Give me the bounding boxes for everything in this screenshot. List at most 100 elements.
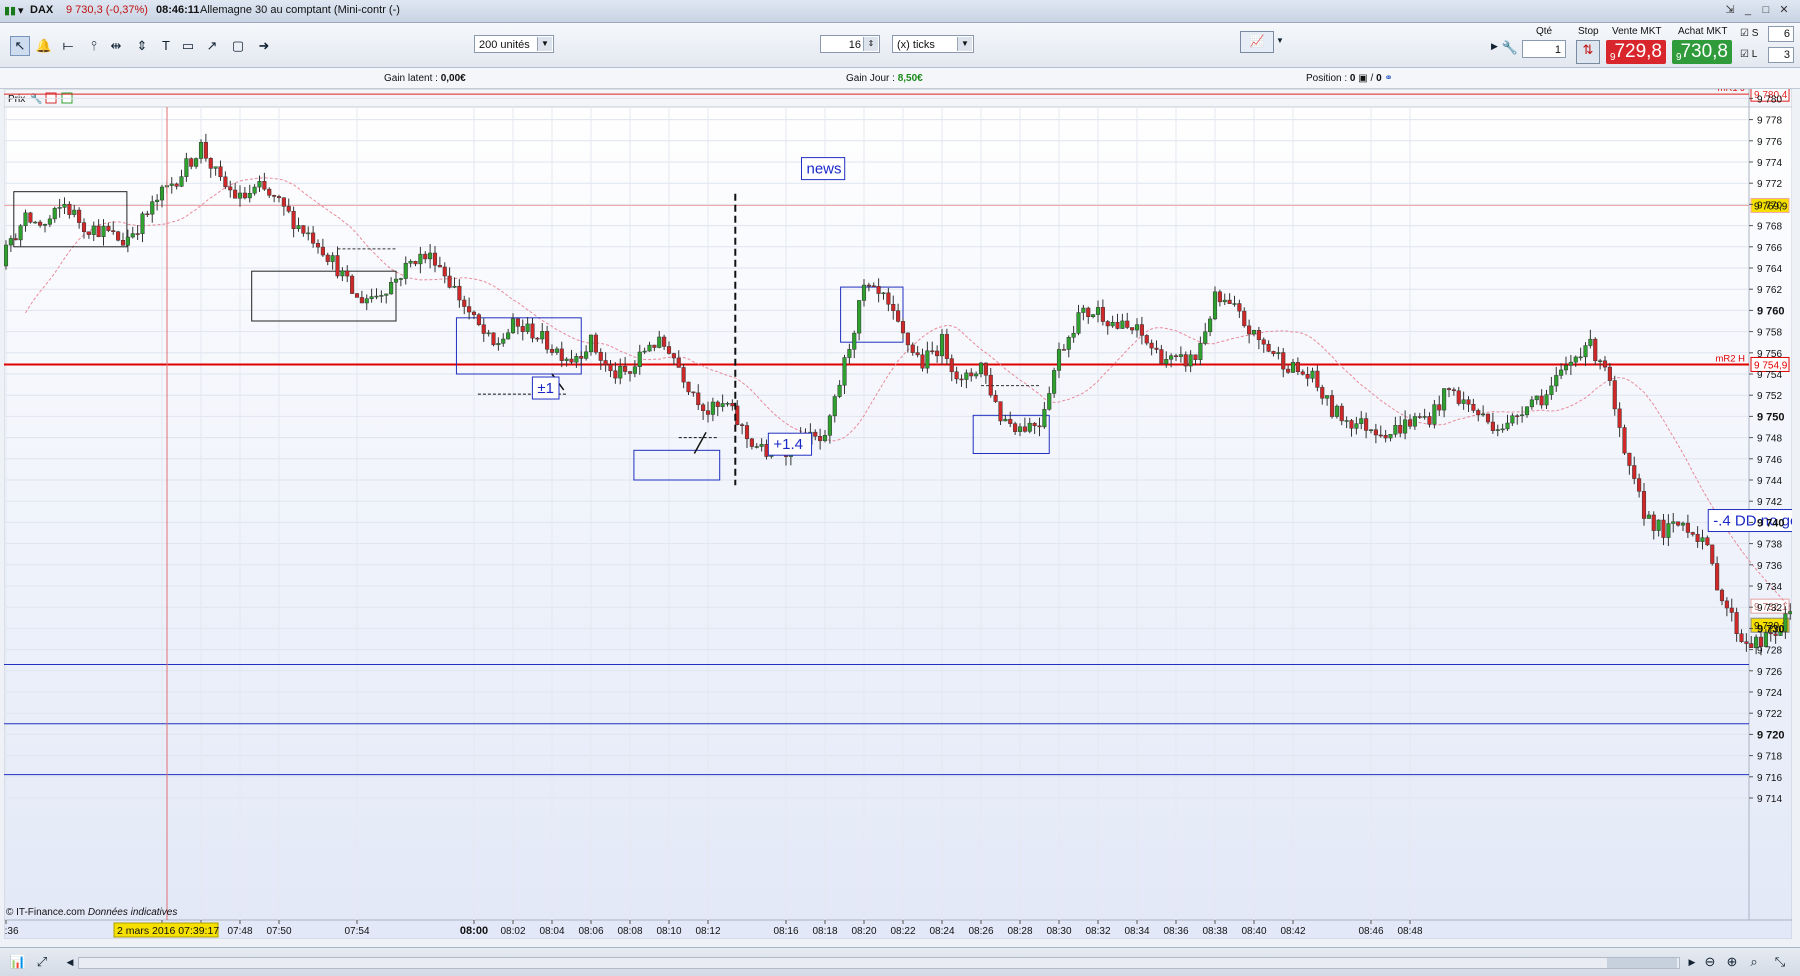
box-tool-icon[interactable]: ▢ [228,36,248,56]
position-detail-icon[interactable]: ▣ [1358,73,1367,84]
candle-body [1539,395,1544,406]
candle-body [725,403,730,405]
candle-body [364,298,369,304]
scrollbar-thumb[interactable] [1607,958,1677,968]
scroll-right-icon[interactable]: ▶ [1682,952,1702,972]
candle-body [998,401,1003,422]
candle-body [676,357,681,368]
horizontal-line-tool-icon[interactable]: ⟝ [58,36,78,56]
buy-price-prefix: 9 [1676,52,1682,63]
stop-order-icon[interactable]: ⇅ [1576,40,1600,64]
candle-body [1695,534,1700,542]
candle-body [1203,331,1208,344]
candle-body [1022,426,1027,432]
pin-icon[interactable]: ⇲ [1722,3,1738,17]
close-button[interactable]: ✕ [1776,3,1792,17]
arrow-right-tool-icon[interactable]: ➜ [254,36,274,56]
candle-body [359,297,364,304]
horizontal-range-tool-icon[interactable]: ⇹ [106,36,126,56]
position-value-1: 0 [1349,73,1356,84]
zoom-in-icon[interactable]: ⊕ [1722,952,1742,972]
candle-body [1437,404,1442,411]
l-checkbox[interactable]: ☑ L [1740,49,1757,60]
candle-body [847,349,852,358]
candle-body [1251,330,1257,335]
zoom-reset-icon[interactable]: ⌕ [1744,952,1764,972]
x-tick-label: 08:04 [539,926,564,937]
candle-body [1617,408,1622,428]
candle-body [267,188,272,196]
candle-body [1081,307,1086,313]
candle-body [1125,320,1130,328]
rectangle-tool-icon[interactable]: ▭ [178,36,198,56]
candle-body [632,366,637,374]
annotation-label: news [807,161,842,178]
wrench-icon[interactable]: 🔧 [1500,38,1520,58]
link-icon[interactable]: ⚭ [1384,73,1392,84]
candle-body [876,286,881,294]
candle-body [1320,387,1325,399]
text-tool-icon[interactable]: T [156,36,176,56]
dropdown-arrow-icon[interactable]: ▾ [18,4,24,17]
price-chart[interactable]: Prix 🔧 mR1 J9 780,49 769,9mR2 H9 754,99 … [0,83,1800,940]
candle-body [1100,307,1105,322]
units-select[interactable]: 200 unités ▼ [474,35,554,53]
candle-body [1013,423,1018,432]
alert-bell-icon[interactable]: 🔔 [34,36,54,56]
gain-latent-value: 0,00€ [440,73,466,84]
l-input[interactable]: 3 [1768,47,1794,63]
buy-market-button[interactable]: 9 730,8 [1672,40,1732,64]
maximize-button[interactable]: □ [1758,3,1774,17]
candle-body [1247,325,1252,335]
zoom-out-icon[interactable]: ⊖ [1700,952,1720,972]
pointer-tool-icon[interactable]: ↖ [10,36,30,56]
vertical-range-tool-icon[interactable]: ⇕ [132,36,152,56]
candle-body [866,284,871,287]
x-tick-label: 08:42 [1280,926,1305,937]
vertical-line-tool-icon[interactable]: ⫯ [84,36,104,56]
x-tick-label: 08:38 [1202,926,1227,937]
copyright-text: © IT-Finance.com [6,907,85,918]
candle-body [476,314,481,325]
level-line-label: mR2 H [1715,353,1745,364]
candle-body [1091,314,1096,317]
trendline-tool-icon[interactable]: ↗ [202,36,222,56]
fit-icon[interactable]: ⤡ [1770,952,1790,972]
candle-body [486,332,491,335]
s-checkbox[interactable]: ☑ S [1740,28,1758,39]
candle-body [647,344,652,352]
scroll-left-icon[interactable]: ◀ [60,952,80,972]
candle-body [120,240,126,246]
chevron-down-icon[interactable]: ▼ [1274,31,1286,53]
sell-market-button[interactable]: 9 729,8 [1606,40,1666,64]
chart-type-icon[interactable]: 📈 [1240,31,1274,53]
candle-body [891,303,896,311]
candle-body [408,260,413,264]
x-tick-label: 08:24 [929,926,954,937]
candle-body [1159,349,1164,365]
candle-body [223,176,228,188]
candle-body [910,344,915,353]
ticks-unit-select[interactable]: (x) ticks ▼ [892,35,974,53]
candle-body [837,384,842,397]
qty-input[interactable]: 1 [1522,40,1566,58]
sell-price: 729,8 [1614,41,1662,62]
level-line-label: mR1 J [1718,89,1746,94]
x-tick-label: 08:12 [695,926,720,937]
chart-icon[interactable]: 📊 [8,952,28,972]
candle-body [501,338,506,344]
collapse-arrow-icon[interactable]: ▶ [1490,36,1498,56]
candle-body [540,331,545,340]
expand-icon[interactable]: ⤢ [32,952,52,972]
candle-body [637,351,642,367]
horizontal-scrollbar[interactable] [78,957,1680,969]
candle-body [1188,354,1193,367]
candle-body [150,201,155,215]
ticks-stepper[interactable]: 16 ⇕ [820,35,880,53]
chart-area[interactable]: Prix 🔧 mR1 J9 780,49 769,9mR2 H9 754,99 … [0,83,1800,940]
candle-body [1398,425,1403,434]
candle-body [18,225,23,241]
minimize-button[interactable]: _ [1740,3,1756,17]
candle-body [1607,366,1612,381]
s-input[interactable]: 6 [1768,26,1794,42]
